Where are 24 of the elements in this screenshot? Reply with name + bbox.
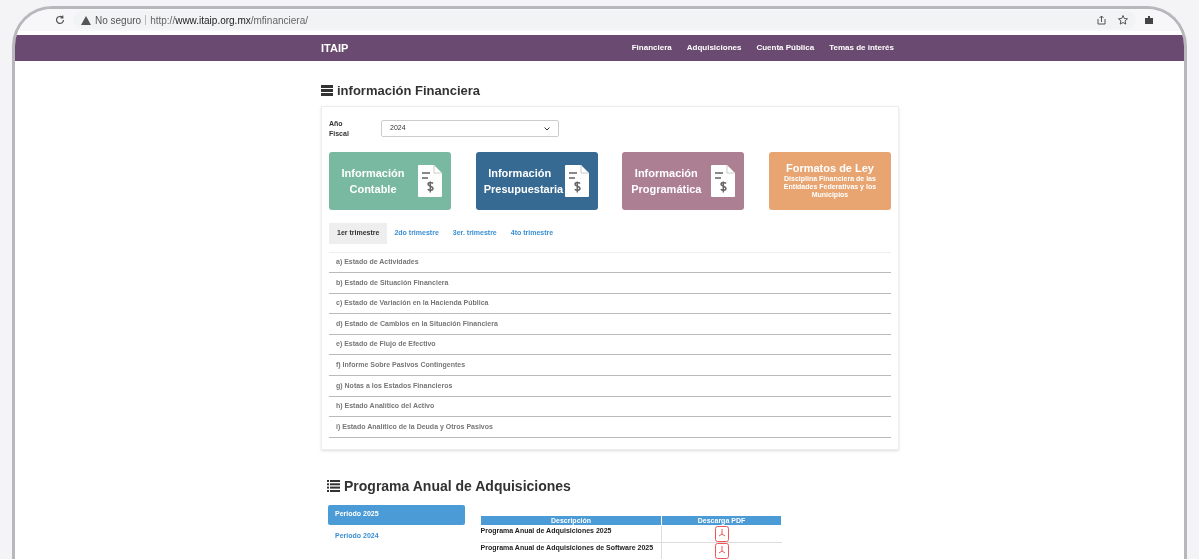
document-dollar-icon [563,163,590,198]
url-text[interactable]: http://www.itaip.org.mx/mfinanciera/ [150,12,308,28]
brand-link[interactable]: ITAIP [321,39,349,57]
puzzle-icon[interactable] [1144,15,1154,25]
pdf-file-icon[interactable] [714,542,729,559]
chevron-down-icon [544,126,550,131]
security-label: No seguro [95,13,142,28]
document-dollar-icon [417,163,443,198]
document-dollar-icon [710,163,737,198]
pdf-file-icon[interactable] [714,525,729,542]
reload-icon[interactable] [55,15,65,25]
warning-icon [81,15,91,25]
category-tile[interactable]: Información Presupuestaria [475,151,598,210]
section-title: información Financiera [337,82,481,100]
nav-link[interactable]: Cuenta Pública [756,42,815,54]
nav-link[interactable]: Financiera [631,42,672,54]
server-icon [321,85,333,97]
list-icon [327,480,340,492]
nav-link[interactable]: Temas de interés [829,42,894,54]
category-tile[interactable]: Información Programática [622,151,745,210]
nav-link[interactable]: Adquisiciones [686,42,742,54]
section-title: Programa Anual de Adquisiciones [344,476,571,496]
share-icon[interactable] [1097,15,1106,25]
star-icon[interactable] [1118,15,1128,25]
